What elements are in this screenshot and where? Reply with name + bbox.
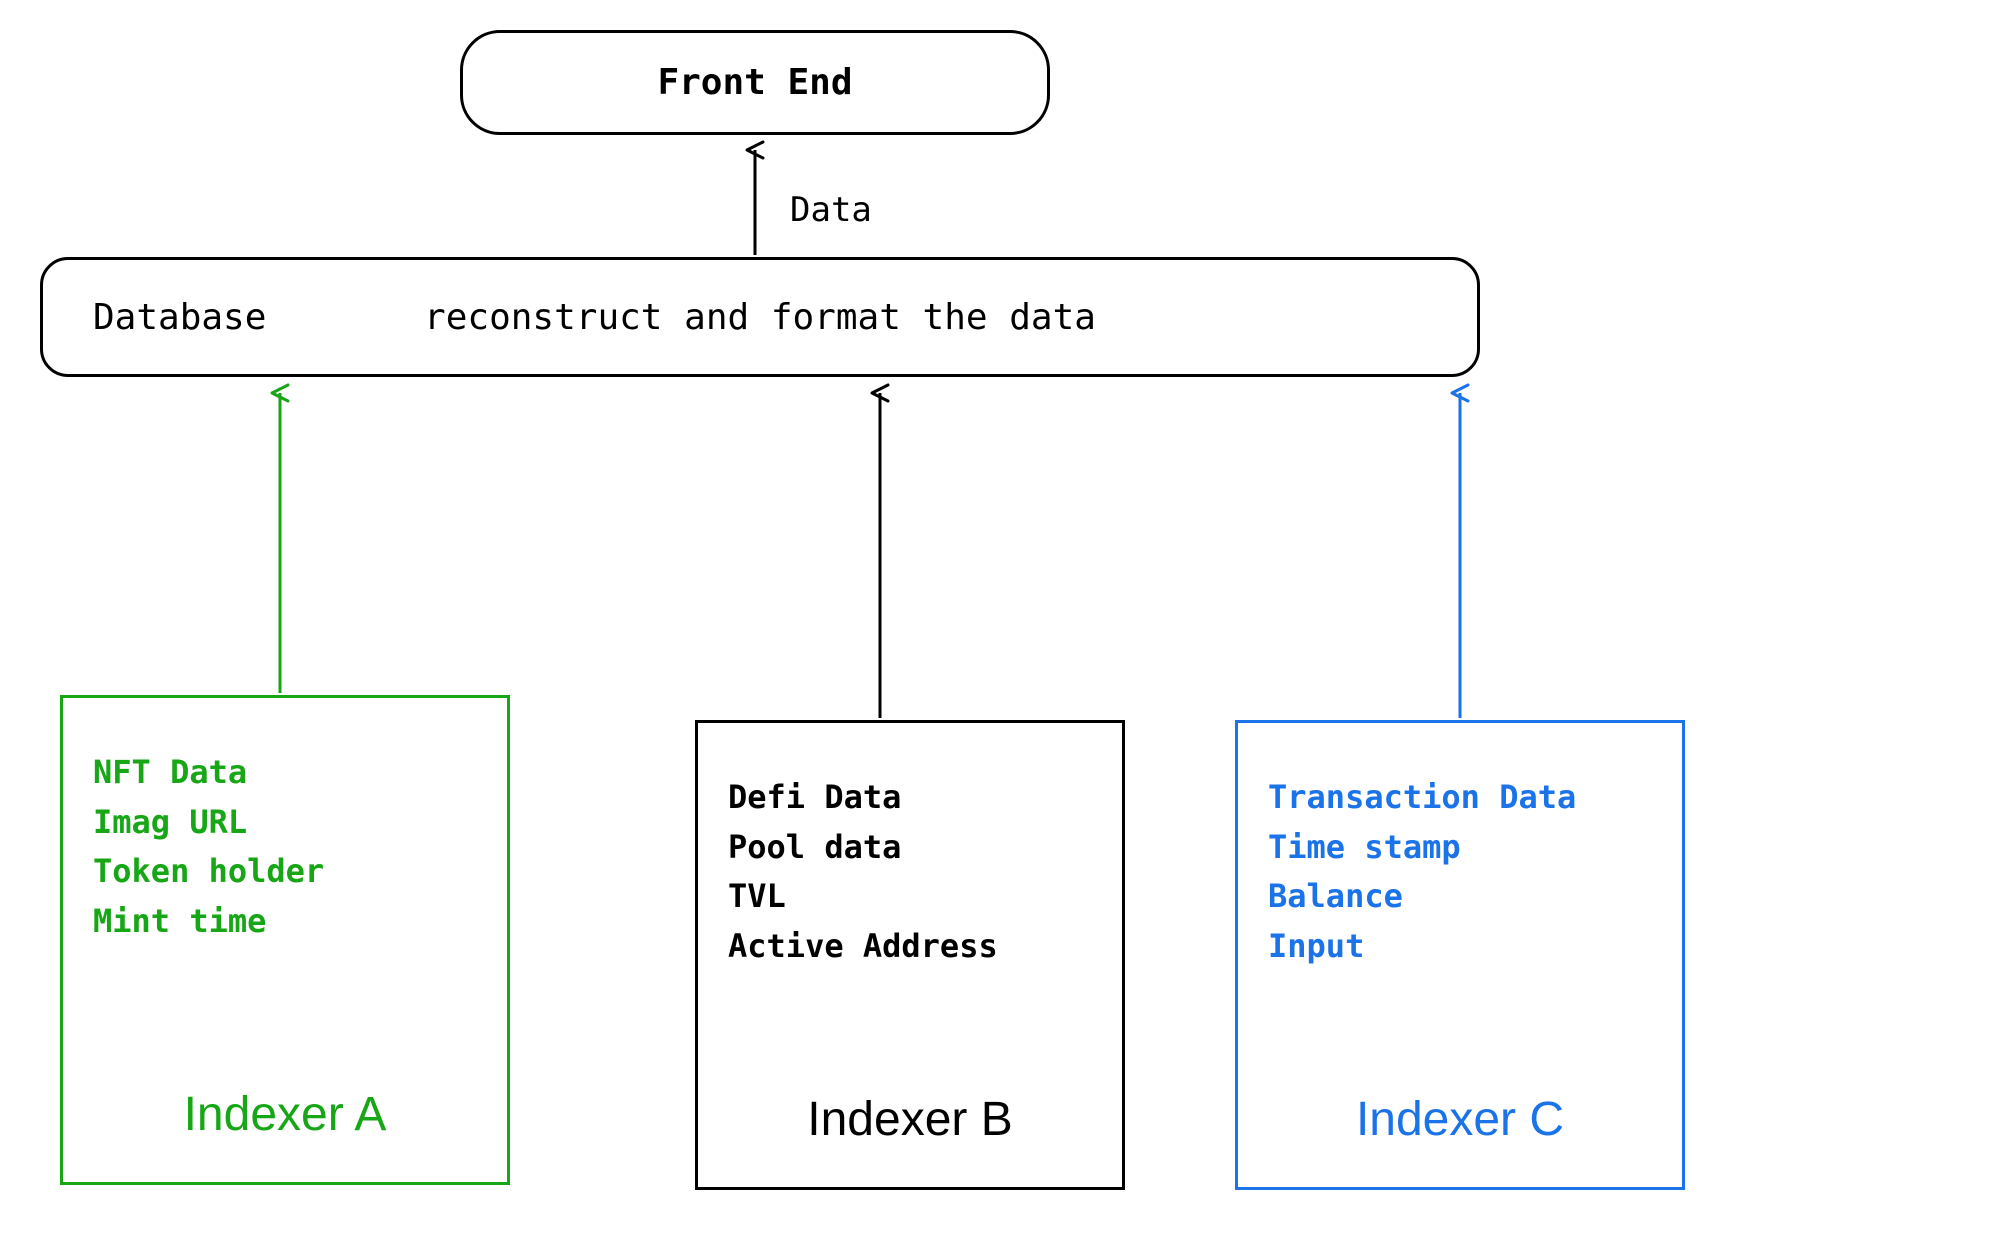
indexer-c-node: Transaction Data Time stamp Balance Inpu… [1235, 720, 1685, 1190]
indexer-b-item-3: Active Address [728, 922, 1092, 972]
database-left-label: Database [93, 297, 266, 338]
data-arrow-label: Data [790, 190, 872, 230]
database-center-label: reconstruct and format the data [424, 297, 1096, 338]
indexer-b-item-0: Defi Data [728, 773, 1092, 823]
indexer-c-item-0: Transaction Data [1268, 773, 1652, 823]
indexer-b-items: Defi Data Pool data TVL Active Address [728, 773, 1092, 971]
indexer-c-item-1: Time stamp [1268, 823, 1652, 873]
indexer-c-item-3: Input [1268, 922, 1652, 972]
indexer-a-title: Indexer A [63, 1087, 507, 1142]
indexer-c-title: Indexer C [1238, 1092, 1682, 1147]
diagram-canvas: Front End Data Database reconstruct and … [0, 0, 2000, 1235]
indexer-b-title: Indexer B [698, 1092, 1122, 1147]
indexer-b-item-2: TVL [728, 872, 1092, 922]
indexer-a-node: NFT Data Imag URL Token holder Mint time… [60, 695, 510, 1185]
front-end-node: Front End [460, 30, 1050, 135]
indexer-b-item-1: Pool data [728, 823, 1092, 873]
database-node: Database reconstruct and format the data [40, 257, 1480, 377]
indexer-a-items: NFT Data Imag URL Token holder Mint time [93, 748, 477, 946]
indexer-c-items: Transaction Data Time stamp Balance Inpu… [1268, 773, 1652, 971]
front-end-label: Front End [657, 62, 852, 103]
indexer-a-item-2: Token holder [93, 847, 477, 897]
indexer-c-item-2: Balance [1268, 872, 1652, 922]
indexer-b-node: Defi Data Pool data TVL Active Address I… [695, 720, 1125, 1190]
indexer-a-item-3: Mint time [93, 897, 477, 947]
indexer-a-item-0: NFT Data [93, 748, 477, 798]
indexer-a-item-1: Imag URL [93, 798, 477, 848]
